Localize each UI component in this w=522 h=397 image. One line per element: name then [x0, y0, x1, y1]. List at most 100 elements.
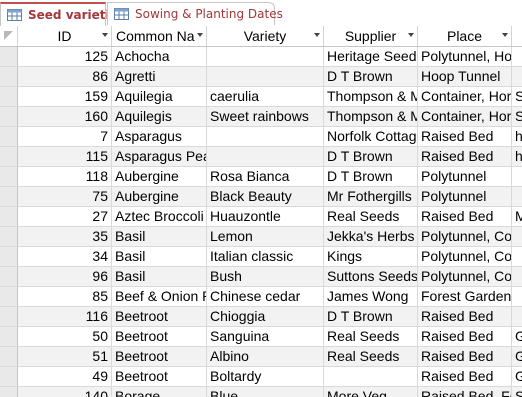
cell-supplier[interactable]: Thompson & M: [324, 107, 418, 126]
table-row[interactable]: 118 Aubergine Rosa Bianca D T Brown Polytunn…: [0, 167, 522, 187]
column-header-place[interactable]: Place: [418, 26, 512, 46]
cell-place[interactable]: Polytunnel: [418, 167, 512, 186]
record-selector[interactable]: [0, 227, 18, 246]
cell-supplier[interactable]: D T Brown: [324, 67, 418, 86]
cell-variety[interactable]: Albino: [207, 347, 324, 366]
cell-common-name[interactable]: Beef & Onion P: [112, 287, 207, 306]
cell-next[interactable]: S: [512, 87, 522, 106]
record-selector[interactable]: [0, 307, 18, 326]
cell-variety[interactable]: caerulia: [207, 87, 324, 106]
record-selector[interactable]: [0, 107, 18, 126]
cell-supplier[interactable]: Heritage Seed: [324, 47, 418, 66]
cell-place[interactable]: Raised Bed: [418, 147, 512, 166]
cell-id[interactable]: 86: [18, 67, 112, 86]
table-row[interactable]: 85 Beef & Onion P Chinese cedar James Wong F…: [0, 287, 522, 307]
cell-id[interactable]: 35: [18, 227, 112, 246]
column-header-common-name[interactable]: Common Na: [112, 26, 207, 46]
cell-place[interactable]: Raised Bed: [418, 367, 512, 386]
table-row[interactable]: 125 Achocha Heritage Seed Polytunnel, Ho: [0, 47, 522, 67]
cell-id[interactable]: 159: [18, 87, 112, 106]
table-row[interactable]: 35 Basil Lemon Jekka's Herbs Polytunnel, Co: [0, 227, 522, 247]
cell-variety[interactable]: Chinese cedar: [207, 287, 324, 306]
tab-sowing-planting-dates[interactable]: Sowing & Planting Dates: [107, 2, 283, 25]
cell-supplier[interactable]: Jekka's Herbs: [324, 227, 418, 246]
cell-variety[interactable]: [207, 127, 324, 146]
table-row[interactable]: 75 Aubergine Black Beauty Mr Fothergills Pol…: [0, 187, 522, 207]
cell-common-name[interactable]: Asparagus: [112, 127, 207, 146]
cell-next[interactable]: M: [512, 207, 522, 226]
cell-variety[interactable]: [207, 147, 324, 166]
record-selector[interactable]: [0, 47, 18, 66]
cell-common-name[interactable]: Beetroot: [112, 347, 207, 366]
cell-id[interactable]: 75: [18, 187, 112, 206]
cell-id[interactable]: 116: [18, 307, 112, 326]
cell-supplier[interactable]: More Veg: [324, 387, 418, 397]
column-header-next[interactable]: [512, 26, 522, 46]
cell-supplier[interactable]: James Wong: [324, 287, 418, 306]
cell-common-name[interactable]: Agretti: [112, 67, 207, 86]
table-row[interactable]: 34 Basil Italian classic Kings Polytunnel, C…: [0, 247, 522, 267]
cell-common-name[interactable]: Aztec Broccoli: [112, 207, 207, 226]
cell-variety[interactable]: Sanguina: [207, 327, 324, 346]
cell-next[interactable]: S: [512, 107, 522, 126]
cell-supplier[interactable]: Suttons Seeds: [324, 267, 418, 286]
cell-id[interactable]: 115: [18, 147, 112, 166]
column-header-id[interactable]: ID: [18, 26, 112, 46]
column-header-supplier[interactable]: Supplier: [324, 26, 418, 46]
cell-place[interactable]: Forest Garden: [418, 287, 512, 306]
cell-next[interactable]: G: [512, 327, 522, 346]
cell-id[interactable]: 125: [18, 47, 112, 66]
cell-place[interactable]: Raised Bed: [418, 127, 512, 146]
cell-supplier[interactable]: D T Brown: [324, 167, 418, 186]
record-selector[interactable]: [0, 147, 18, 166]
cell-place[interactable]: Polytunnel, Ho: [418, 47, 512, 66]
cell-common-name[interactable]: Achocha: [112, 47, 207, 66]
cell-variety[interactable]: Bush: [207, 267, 324, 286]
cell-supplier[interactable]: D T Brown: [324, 307, 418, 326]
cell-variety[interactable]: Rosa Bianca: [207, 167, 324, 186]
cell-id[interactable]: 160: [18, 107, 112, 126]
cell-variety[interactable]: Lemon: [207, 227, 324, 246]
record-selector[interactable]: [0, 67, 18, 86]
cell-variety[interactable]: Chioggia: [207, 307, 324, 326]
table-row[interactable]: 51BeetrootAlbinoReal SeedsRaised BedG: [0, 347, 522, 367]
cell-common-name[interactable]: Beetroot: [112, 307, 207, 326]
table-row[interactable]: 49BeetrootBoltardy Raised BedG: [0, 367, 522, 387]
cell-next[interactable]: [512, 67, 522, 86]
cell-common-name[interactable]: Borage: [112, 387, 207, 397]
cell-place[interactable]: Raised Bed: [418, 307, 512, 326]
cell-place[interactable]: Hoop Tunnel: [418, 67, 512, 86]
cell-next[interactable]: [512, 167, 522, 186]
dropdown-arrow-icon[interactable]: [314, 33, 320, 37]
cell-variety[interactable]: Huauzontle: [207, 207, 324, 226]
select-all-button[interactable]: [0, 26, 18, 46]
cell-common-name[interactable]: Aquilegis: [112, 107, 207, 126]
cell-common-name[interactable]: Basil: [112, 227, 207, 246]
cell-next[interactable]: S: [512, 387, 522, 397]
cell-common-name[interactable]: Aubergine: [112, 167, 207, 186]
table-row[interactable]: 116 Beetroot Chioggia D T Brown Raised Bed: [0, 307, 522, 327]
cell-place[interactable]: Container, Hor: [418, 107, 512, 126]
cell-id[interactable]: 7: [18, 127, 112, 146]
cell-place[interactable]: Polytunnel, Co: [418, 227, 512, 246]
cell-next[interactable]: [512, 287, 522, 306]
dropdown-arrow-icon[interactable]: [408, 33, 414, 37]
record-selector[interactable]: [0, 207, 18, 226]
cell-variety[interactable]: [207, 67, 324, 86]
cell-supplier[interactable]: [324, 367, 418, 386]
cell-common-name[interactable]: Aubergine: [112, 187, 207, 206]
record-selector[interactable]: [0, 387, 18, 397]
table-row[interactable]: 86 Agretti D T Brown Hoop Tunnel: [0, 67, 522, 87]
cell-place[interactable]: Polytunnel, Co: [418, 267, 512, 286]
cell-next[interactable]: [512, 307, 522, 326]
column-header-variety[interactable]: Variety: [207, 26, 324, 46]
cell-variety[interactable]: Boltardy: [207, 367, 324, 386]
dropdown-arrow-icon[interactable]: [197, 33, 203, 37]
cell-id[interactable]: 49: [18, 367, 112, 386]
cell-common-name[interactable]: Beetroot: [112, 327, 207, 346]
table-row[interactable]: 140BorageBlueMore VegRaised Bed, FoS: [0, 387, 522, 397]
cell-place[interactable]: Raised Bed: [418, 327, 512, 346]
record-selector[interactable]: [0, 187, 18, 206]
cell-place[interactable]: Polytunnel, Co: [418, 247, 512, 266]
cell-next[interactable]: G: [512, 347, 522, 366]
